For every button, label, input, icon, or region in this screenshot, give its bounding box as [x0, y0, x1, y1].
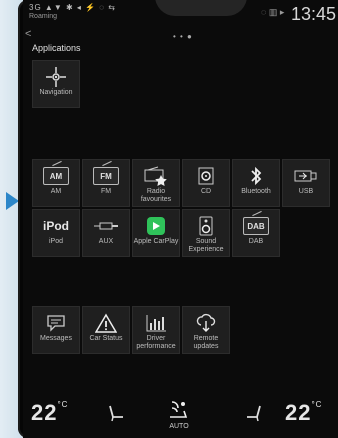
signal-indicators: 3G ▲▼ ✱ ◂ ⚡ ◌ ⇆: [29, 3, 116, 12]
right-temperature[interactable]: 22°C: [285, 400, 322, 426]
roaming-label: Roaming: [29, 13, 58, 20]
app-label: AUX: [98, 238, 114, 245]
pull-down-handle[interactable]: [155, 0, 247, 16]
app-label: DAB: [248, 238, 264, 245]
usb-icon: [283, 166, 329, 186]
carplay-icon: [133, 216, 179, 236]
radio-star-icon: [133, 166, 179, 186]
app-label: USB: [298, 188, 314, 195]
right-seat-heat-icon[interactable]: [245, 404, 263, 427]
back-chevron-icon[interactable]: <: [25, 28, 31, 40]
app-tile-navigation[interactable]: Navigation: [32, 60, 80, 108]
app-label: FM: [100, 188, 112, 195]
left-temp-value: 22: [31, 400, 58, 425]
fm-radio-icon: FM: [93, 167, 119, 185]
fan-auto-button[interactable]: AUTO: [168, 398, 190, 430]
app-tile-apple-carplay[interactable]: Apple CarPlay: [132, 209, 180, 257]
app-label: CD: [200, 188, 212, 195]
app-label: Navigation: [39, 89, 73, 96]
app-tile-aux[interactable]: AUX: [82, 209, 130, 257]
message-icon: [33, 313, 79, 333]
temp-unit: °C: [311, 400, 323, 409]
app-label: Driver performance: [136, 335, 176, 350]
app-tile-am[interactable]: AM AM: [32, 159, 80, 207]
warning-icon: [83, 313, 129, 333]
app-tile-messages[interactable]: Messages: [32, 306, 80, 354]
app-label: Sound Experience: [188, 238, 224, 253]
infotainment-screen: 3G ▲▼ ✱ ◂ ⚡ ◌ ⇆ Roaming ◌ ▥ ▸ 13:45 < • …: [23, 0, 338, 438]
app-tile-driver-performance[interactable]: Driver performance: [132, 306, 180, 354]
app-label: Bluetooth: [241, 188, 271, 195]
left-temperature[interactable]: 22°C: [31, 400, 68, 426]
bluetooth-icon: [233, 166, 279, 186]
bar-chart-icon: [133, 313, 179, 333]
app-tile-sound-experience[interactable]: Sound Experience: [182, 209, 230, 257]
page-indicator: • • ●: [173, 32, 193, 41]
system-icons: ◌ ▥ ▸: [261, 7, 285, 17]
fan-icon: [170, 401, 188, 418]
app-label: Apple CarPlay: [133, 238, 179, 245]
speaker-icon: [183, 216, 229, 236]
app-label: Messages: [40, 335, 72, 342]
right-temp-value: 22: [285, 400, 312, 425]
app-tile-dab[interactable]: DAB DAB: [232, 209, 280, 257]
app-label: Remote updates: [193, 335, 219, 350]
am-radio-icon: AM: [43, 167, 69, 185]
ipod-icon: iPod: [43, 219, 69, 233]
app-label: AM: [50, 188, 62, 195]
left-seat-heat-icon[interactable]: [107, 404, 125, 427]
app-tile-car-status[interactable]: Car Status: [82, 306, 130, 354]
clock: 13:45: [290, 4, 336, 24]
app-tile-fm[interactable]: FM FM: [82, 159, 130, 207]
dab-icon: DAB: [243, 217, 269, 235]
status-bar: 3G ▲▼ ✱ ◂ ⚡ ◌ ⇆ Roaming ◌ ▥ ▸ 13:45: [23, 0, 338, 28]
fan-mode-label: AUTO: [169, 423, 189, 430]
app-tile-usb[interactable]: USB: [282, 159, 330, 207]
compass-icon: [33, 67, 79, 87]
aux-icon: [83, 216, 129, 236]
cloud-download-icon: [183, 313, 229, 333]
app-tile-cd[interactable]: CD: [182, 159, 230, 207]
page-title: Applications: [32, 43, 81, 53]
app-tile-ipod[interactable]: iPod iPod: [32, 209, 80, 257]
app-tile-radio-favourites[interactable]: Radio favourites: [132, 159, 180, 207]
temp-unit: °C: [57, 400, 69, 409]
app-label: Radio favourites: [140, 188, 172, 203]
app-label: iPod: [48, 238, 63, 245]
app-tile-bluetooth[interactable]: Bluetooth: [232, 159, 280, 207]
climate-bar: 22°C AUTO 22°C: [23, 394, 338, 438]
cd-icon: [183, 166, 229, 186]
app-tile-remote-updates[interactable]: Remote updates: [182, 306, 230, 354]
app-label: Car Status: [89, 335, 123, 342]
